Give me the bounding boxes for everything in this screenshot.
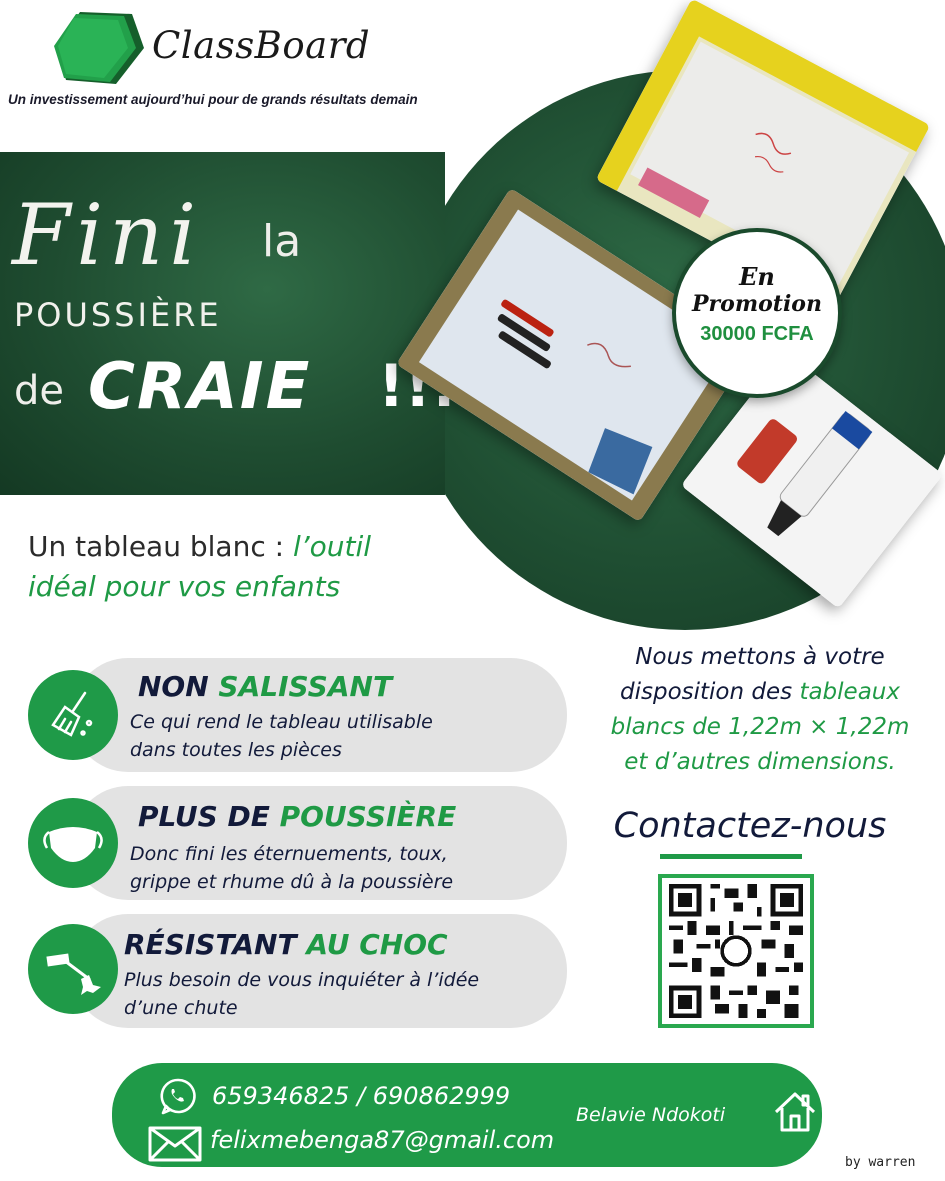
promo-promotion: Promotion [692,291,822,317]
location-address: Belavie Ndokoti [576,1104,726,1126]
email-icon [148,1126,202,1162]
feature-title-1: NON SALISSANT [138,670,392,703]
availability-line2: disposition des tableaux [580,675,940,710]
subtitle-part2: l’outil [292,530,372,563]
designer-credit: by warren [845,1155,916,1170]
feature-desc-2-line2: grippe et rhume dû à la poussière [130,871,454,893]
feature-desc-1: Ce qui rend le tableau utilisable dans t… [130,708,433,764]
headline-la: la [262,216,302,267]
feature-title-1-dark: NON [138,670,219,703]
phone-numbers[interactable]: 659346825 / 690862999 [212,1082,510,1110]
email-address[interactable]: felixmebenga87@gmail.com [210,1126,554,1154]
brand-tagline: Un investissement aujourd’hui pour de gr… [8,92,418,107]
contact-underline [660,854,802,859]
feature-desc-2: Donc fini les éternuements, toux, grippe… [130,840,453,896]
promotion-badge: En Promotion 30000 FCFA [672,228,842,398]
feature-desc-1-line1: Ce qui rend le tableau utilisable [130,711,433,733]
feature-title-3-green: AU CHOC [306,928,448,961]
headline-de: de [14,368,64,414]
availability-line2b: tableaux [799,679,900,705]
availability-line4: et d’autres dimensions. [624,749,896,775]
availability-line1: Nous mettons à votre [635,644,885,670]
whatsapp-icon [158,1076,198,1116]
hammer-icon [28,924,118,1014]
logo-mark [52,8,148,90]
feature-desc-3-line2: d’une chute [124,997,238,1019]
feature-title-3-dark: RÉSISTANT [124,928,307,961]
subtitle-line2: idéal pour vos enfants [28,570,341,603]
feature-desc-3-line1: Plus besoin de vous inquiéter à l’idée [124,969,480,991]
promo-en: En [739,262,775,291]
feature-desc-3: Plus besoin de vous inquiéter à l’idée d… [124,966,479,1022]
brand-name: ClassBoard [152,24,371,67]
promo-price: 30000 FCFA [700,323,814,345]
headline-craie: CRAIE [88,350,312,424]
feature-title-2: PLUS DE POUSSIÈRE [138,800,456,833]
feature-desc-2-line1: Donc fini les éternuements, toux, [130,843,448,865]
feature-title-2-green: POUSSIÈRE [279,800,457,833]
whatsapp-qr-code[interactable] [658,874,814,1028]
mask-icon [28,798,118,888]
subtitle-line1: Un tableau blanc : l’outil [28,530,371,563]
contact-title: Contactez-nous [613,806,887,846]
availability-line2a: disposition des [620,679,800,705]
feature-title-3: RÉSISTANT AU CHOC [124,928,448,961]
headline-poussiere: POUSSIÈRE [14,296,222,334]
home-icon [772,1088,818,1134]
broom-icon [28,670,118,760]
feature-title-1-green: SALISSANT [218,670,393,703]
headline-fini: Fini [12,186,203,284]
availability-line3: blancs de 1,22m × 1,22m [610,714,910,740]
availability-text: Nous mettons à votre disposition des tab… [580,640,940,780]
feature-desc-1-line2: dans toutes les pièces [130,739,342,761]
feature-title-2-dark: PLUS DE [138,800,280,833]
subtitle-part1: Un tableau blanc : [28,530,293,563]
